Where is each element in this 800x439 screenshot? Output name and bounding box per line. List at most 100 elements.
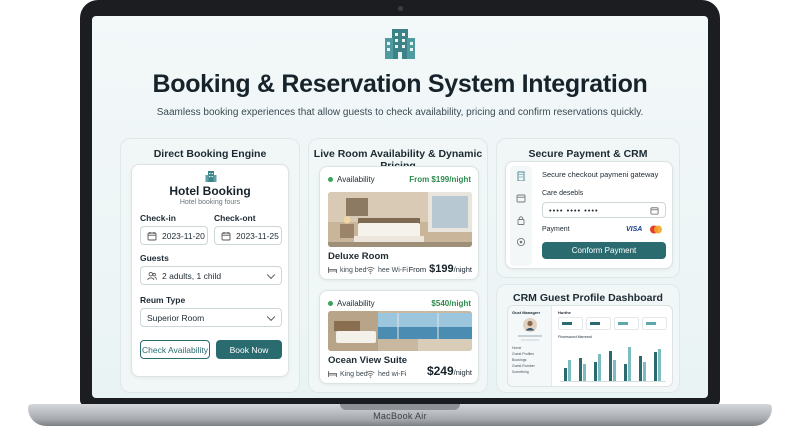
building-icon[interactable] — [516, 171, 526, 181]
room-price: From $199/night — [408, 263, 472, 275]
crm-bar — [628, 347, 631, 381]
calendar-icon — [221, 231, 231, 240]
crm-section-title: Fhuersaurct Marreard — [558, 335, 592, 339]
amenity-wifi: hee Wi-Fi — [366, 266, 408, 274]
booking-form-subtitle: Hotel booking fours — [179, 199, 241, 206]
screen: Booking & Reservation System Integration… — [92, 16, 708, 398]
payment-panel: Secure Payment & CRM Connectivity — [496, 138, 680, 278]
crm-bar — [624, 364, 627, 381]
room-name: Deluxe Room — [328, 251, 389, 262]
guests-value: 2 adults, 1 child — [162, 270, 222, 281]
booking-form-card: Hotel Booking Hotel booking fours Check-… — [131, 164, 289, 377]
room-type-select[interactable]: Superior Room — [140, 308, 282, 327]
booking-engine-panel-title: Direct Booking Engine — [153, 148, 267, 160]
status-dot-icon — [328, 177, 333, 182]
gateway-text: Secure checkout paymeni gateway — [542, 170, 659, 179]
checkin-field[interactable]: 2023-11-20 — [140, 226, 208, 245]
booking-engine-panel: Direct Booking Engine Hotel Booking Hote… — [120, 138, 300, 393]
confirm-payment-button[interactable]: Conform Payment — [542, 242, 666, 259]
card-details-label: Care desebls — [542, 190, 584, 197]
room-card-deluxe[interactable]: Availability From $199/night Deluxe Room — [319, 166, 479, 280]
hotel-building-icon — [385, 29, 415, 59]
bed-icon — [328, 371, 337, 377]
crm-dashboard: Gust Managerr Home Guest Profiles Bookin… — [507, 305, 673, 387]
room-price-tag: $540/night — [431, 299, 471, 308]
checkout-value: 2023-11-25 — [236, 230, 279, 241]
avatar — [523, 318, 537, 332]
payment-label: Payment — [542, 226, 570, 233]
room-price-tag: From $199/night — [409, 175, 471, 184]
calendar-icon[interactable] — [516, 193, 526, 203]
crm-bar — [568, 360, 571, 381]
calendar-icon — [147, 231, 157, 240]
calendar-icon — [650, 207, 659, 215]
wifi-icon — [366, 370, 375, 378]
camera — [398, 6, 403, 11]
laptop-brand-label: MacBook Air — [373, 411, 427, 421]
page-subtitle: Saamless booking experiences that allow … — [156, 107, 644, 118]
room-price: $249/night — [426, 364, 472, 378]
book-now-button[interactable]: Book Now — [216, 340, 282, 359]
crm-bar — [613, 360, 616, 381]
booking-form-title: Hotel Booking — [169, 184, 251, 198]
chevron-down-icon — [266, 312, 276, 321]
lock-icon[interactable] — [516, 215, 526, 225]
crm-sidebar: Gust Managerr Home Guest Profiles Bookin… — [508, 306, 552, 386]
page-title: Booking & Reservation System Integration — [152, 70, 648, 98]
room-type-value: Superior Room — [147, 312, 205, 323]
payment-card: Secure checkout paymeni gateway Care des… — [505, 161, 673, 269]
stat-tile — [586, 317, 611, 330]
crm-bar — [598, 354, 601, 381]
crm-panel-title: CRM Guest Profile Dashboard — [513, 292, 663, 304]
laptop-notch — [340, 404, 460, 410]
crm-bar — [609, 351, 612, 381]
amenity-bed: king bed — [328, 266, 366, 274]
availability-status: Availability — [328, 299, 375, 308]
check-availability-button[interactable]: Check Availability — [140, 340, 210, 359]
crm-bar — [658, 349, 661, 381]
guests-select[interactable]: 2 adults, 1 child — [140, 266, 282, 285]
crm-sidebar-title: Gust Managerr — [512, 310, 541, 315]
wifi-icon — [366, 266, 375, 274]
payment-sidebar — [510, 166, 532, 266]
mastercard-icon — [650, 225, 662, 234]
stat-tile — [614, 317, 639, 330]
crm-bar — [594, 362, 597, 381]
availability-status: Availability — [328, 175, 375, 184]
availability-panel: Live Room Availability & Dynamic Pricing… — [308, 138, 488, 393]
stat-tile — [642, 317, 667, 330]
checkout-field[interactable]: 2023-11-25 — [214, 226, 282, 245]
ocean-view-room-photo — [328, 311, 472, 351]
status-dot-icon — [328, 301, 333, 306]
checkin-value: 2023-11-20 — [162, 230, 205, 241]
crm-menu: Home Guest Profiles Bookings Guest Rumbe… — [512, 346, 548, 376]
checkout-label: Check-ont — [214, 213, 256, 223]
crm-avatar-meta-line — [521, 339, 539, 341]
crm-bar — [564, 368, 567, 381]
checkin-label: Check-in — [140, 213, 176, 223]
crm-stat-tiles — [558, 317, 668, 331]
hotel-icon — [205, 171, 217, 182]
chevron-down-icon — [266, 270, 276, 279]
users-icon — [147, 271, 157, 280]
card-number-input[interactable]: •••• •••• •••• — [542, 202, 666, 218]
guests-label: Guests — [140, 253, 169, 263]
crm-bar — [579, 358, 582, 381]
crm-avatar-name-line — [518, 335, 542, 337]
crm-bar — [654, 352, 657, 381]
visa-logo: VISA — [626, 226, 643, 233]
crm-bar-chart — [560, 342, 666, 382]
amenity-bed: King bed — [328, 370, 368, 378]
settings-icon[interactable] — [516, 237, 526, 247]
crm-bar — [639, 356, 642, 381]
room-type-label: Reum Type — [140, 295, 186, 305]
crm-bar — [643, 362, 646, 381]
bed-icon — [328, 267, 337, 273]
crm-bar — [583, 364, 586, 381]
deluxe-room-photo — [328, 192, 472, 247]
crm-menu-item[interactable]: Something — [512, 370, 548, 376]
amenity-wifi: hed wi-Fi — [366, 370, 406, 378]
room-card-ocean-view[interactable]: Availability $540/night Ocean View Suite… — [319, 290, 479, 384]
stat-tile — [558, 317, 583, 330]
room-name: Ocean View Suite — [328, 355, 408, 366]
